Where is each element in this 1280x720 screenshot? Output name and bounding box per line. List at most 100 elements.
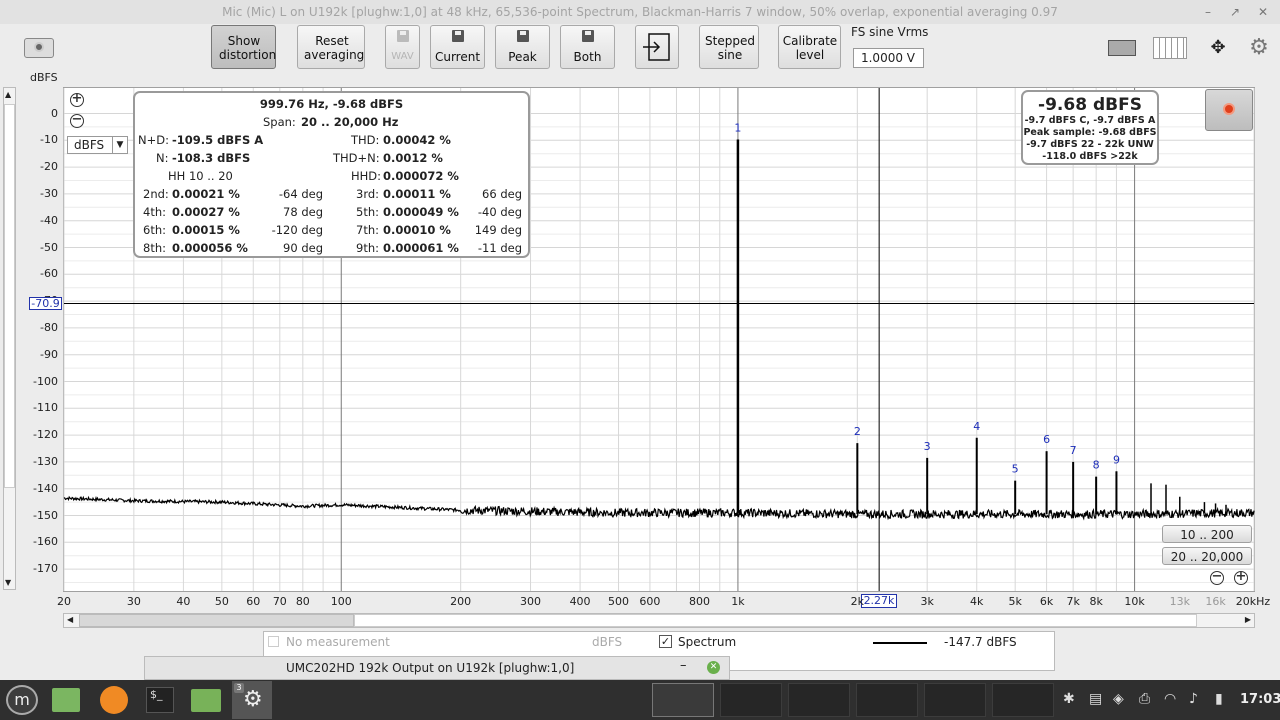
fs-value-field[interactable]: 1.0000 V — [853, 48, 924, 68]
minimize-icon[interactable]: – — [1199, 3, 1217, 21]
battery-icon[interactable]: ▮ — [1215, 691, 1223, 707]
show-distortion-label: Show distortion — [219, 34, 277, 62]
span-label: Span: — [263, 115, 296, 129]
files-icon[interactable] — [191, 689, 221, 712]
vscroll-thumb[interactable] — [4, 104, 15, 488]
y-tick-label: -100 — [33, 374, 58, 388]
menu-icon[interactable]: m — [6, 685, 38, 715]
harmonic-value: 0.00027 % — [172, 205, 240, 219]
record-button[interactable] — [1205, 89, 1253, 131]
x-axis-unit: 20kHz — [1235, 595, 1271, 608]
wifi-icon[interactable]: ◠ — [1164, 691, 1176, 707]
calibrate-level-button[interactable]: Calibrate level — [778, 25, 841, 69]
nd-value: -109.5 dBFS A — [172, 133, 264, 147]
harmonic-phase: 90 deg — [283, 241, 323, 255]
spectrum-legend-value: -147.7 dBFS — [944, 635, 1017, 649]
scroll-left-icon[interactable]: ◀ — [67, 615, 73, 624]
layout-toggle-icon[interactable] — [1104, 37, 1140, 59]
printer-icon[interactable]: ⎙ — [1139, 691, 1150, 707]
camera-icon[interactable] — [24, 38, 54, 58]
hscroll-thumb[interactable] — [354, 614, 1197, 627]
stepped-sine-button[interactable]: Stepped sine — [699, 25, 759, 69]
volume-icon[interactable]: ♪ — [1189, 691, 1198, 707]
clock[interactable]: 17:03 — [1240, 692, 1280, 707]
workspace-5[interactable] — [924, 683, 986, 717]
thd-label: THD: — [351, 133, 380, 147]
y-unit-select-value: dBFS — [74, 138, 105, 152]
signal-generator-button[interactable] — [635, 25, 679, 69]
no-measurement-checkbox[interactable] — [268, 636, 279, 647]
current-label: Current — [434, 50, 481, 64]
vertical-scrollbar[interactable]: ▲ ▼ — [3, 87, 16, 590]
save-peak-button[interactable]: Peak — [495, 25, 550, 69]
workspace-1[interactable] — [652, 683, 714, 717]
level-line-3: -9.7 dBFS 22 - 22k UNW — [1026, 139, 1154, 150]
level-line-4: -118.0 dBFS >22k — [1042, 151, 1138, 162]
generator-close-icon[interactable]: ✕ — [707, 661, 720, 674]
spectrum-checkbox[interactable]: ✓ — [659, 635, 672, 648]
generator-window[interactable]: UMC202HD 192k Output on U192k [plughw:1,… — [144, 656, 730, 680]
y-tick-label: -120 — [33, 428, 58, 442]
wav-button[interactable]: WAV — [385, 25, 420, 69]
harmonic-phase: -11 deg — [477, 241, 522, 255]
x-tick-label: 16k — [1205, 595, 1226, 608]
x-tick-label: 10k — [1124, 595, 1145, 608]
app-settings-icon[interactable]: ⚙ 3 — [232, 681, 272, 719]
firefox-icon[interactable] — [100, 686, 128, 714]
hhd-label: HHD: — [351, 169, 382, 183]
window-title: Mic (Mic) L on U192k [plughw:1,0] at 48 … — [222, 5, 1058, 19]
window-count-badge: 3 — [234, 683, 244, 693]
reset-averaging-label: Reset averaging — [304, 34, 365, 62]
zoom-out-icon[interactable]: − — [70, 113, 84, 128]
save-both-button[interactable]: Both — [560, 25, 615, 69]
harmonic-phase: -64 deg — [278, 187, 323, 201]
nd-label: N+D: — [138, 133, 169, 147]
y-tick-label: 0 — [51, 106, 58, 120]
y-tick-label: -80 — [40, 320, 58, 334]
reset-averaging-button[interactable]: Reset averaging — [297, 25, 365, 69]
generator-minimize-icon[interactable]: – — [680, 658, 687, 673]
clipboard-icon[interactable]: ▤ — [1089, 691, 1102, 707]
panels-icon[interactable] — [1153, 37, 1187, 59]
zoom-in-icon[interactable]: + — [70, 92, 84, 107]
both-label: Both — [573, 50, 602, 64]
y-tick-label: -30 — [40, 186, 58, 200]
workspace-3[interactable] — [788, 683, 850, 717]
workspace-6[interactable] — [992, 683, 1054, 717]
y-tick-label: -20 — [40, 160, 58, 174]
scroll-up-icon[interactable]: ▲ — [5, 90, 11, 99]
x-tick-label: 7k — [1066, 595, 1080, 608]
horizontal-scrollbar[interactable]: ◀ ▶ — [63, 613, 1255, 628]
settings-gear-icon[interactable]: ⚙ — [1247, 36, 1271, 60]
shield-icon[interactable]: ◈ — [1113, 691, 1124, 707]
x-zoom-in-icon[interactable]: + — [1234, 570, 1248, 585]
range-20-20000-button[interactable]: 20 .. 20,000 — [1162, 547, 1252, 565]
x-zoom-out-icon[interactable]: − — [1210, 570, 1224, 585]
y-tick-label: -90 — [40, 347, 58, 361]
range-10-200-button[interactable]: 10 .. 200 — [1162, 525, 1252, 543]
scroll-down-icon[interactable]: ▼ — [5, 578, 11, 587]
scroll-right-icon[interactable]: ▶ — [1245, 615, 1251, 624]
close-icon[interactable]: ✕ — [1254, 3, 1272, 21]
move-arrows-icon[interactable]: ✥ — [1201, 36, 1235, 60]
workspace-4[interactable] — [856, 683, 918, 717]
harmonic-label: 8th: — [143, 241, 166, 255]
harmonic-value: 0.00021 % — [172, 187, 240, 201]
x-tick-label: 8k — [1089, 595, 1103, 608]
bluetooth-icon[interactable]: ✱ — [1063, 691, 1075, 707]
terminal-icon[interactable]: $_ — [146, 687, 174, 713]
maximize-icon[interactable]: ↗ — [1226, 3, 1244, 21]
harmonic-label: 5th: — [356, 205, 379, 219]
level-line-1: -9.7 dBFS C, -9.7 dBFS A — [1024, 115, 1156, 126]
show-distortion-button[interactable]: Show distortion — [211, 25, 276, 69]
save-current-button[interactable]: Current — [430, 25, 485, 69]
thd-value: 0.00042 % — [383, 133, 451, 147]
record-icon — [1223, 103, 1235, 115]
y-unit-select[interactable]: dBFS ▼ — [67, 136, 128, 154]
workspace-2[interactable] — [720, 683, 782, 717]
harmonic-value: 0.000049 % — [383, 205, 459, 219]
no-measurement-label: No measurement — [286, 635, 390, 649]
show-desktop-icon[interactable] — [52, 688, 80, 712]
harmonic-phase: 78 deg — [283, 205, 323, 219]
harmonic-label: 2nd: — [143, 187, 169, 201]
